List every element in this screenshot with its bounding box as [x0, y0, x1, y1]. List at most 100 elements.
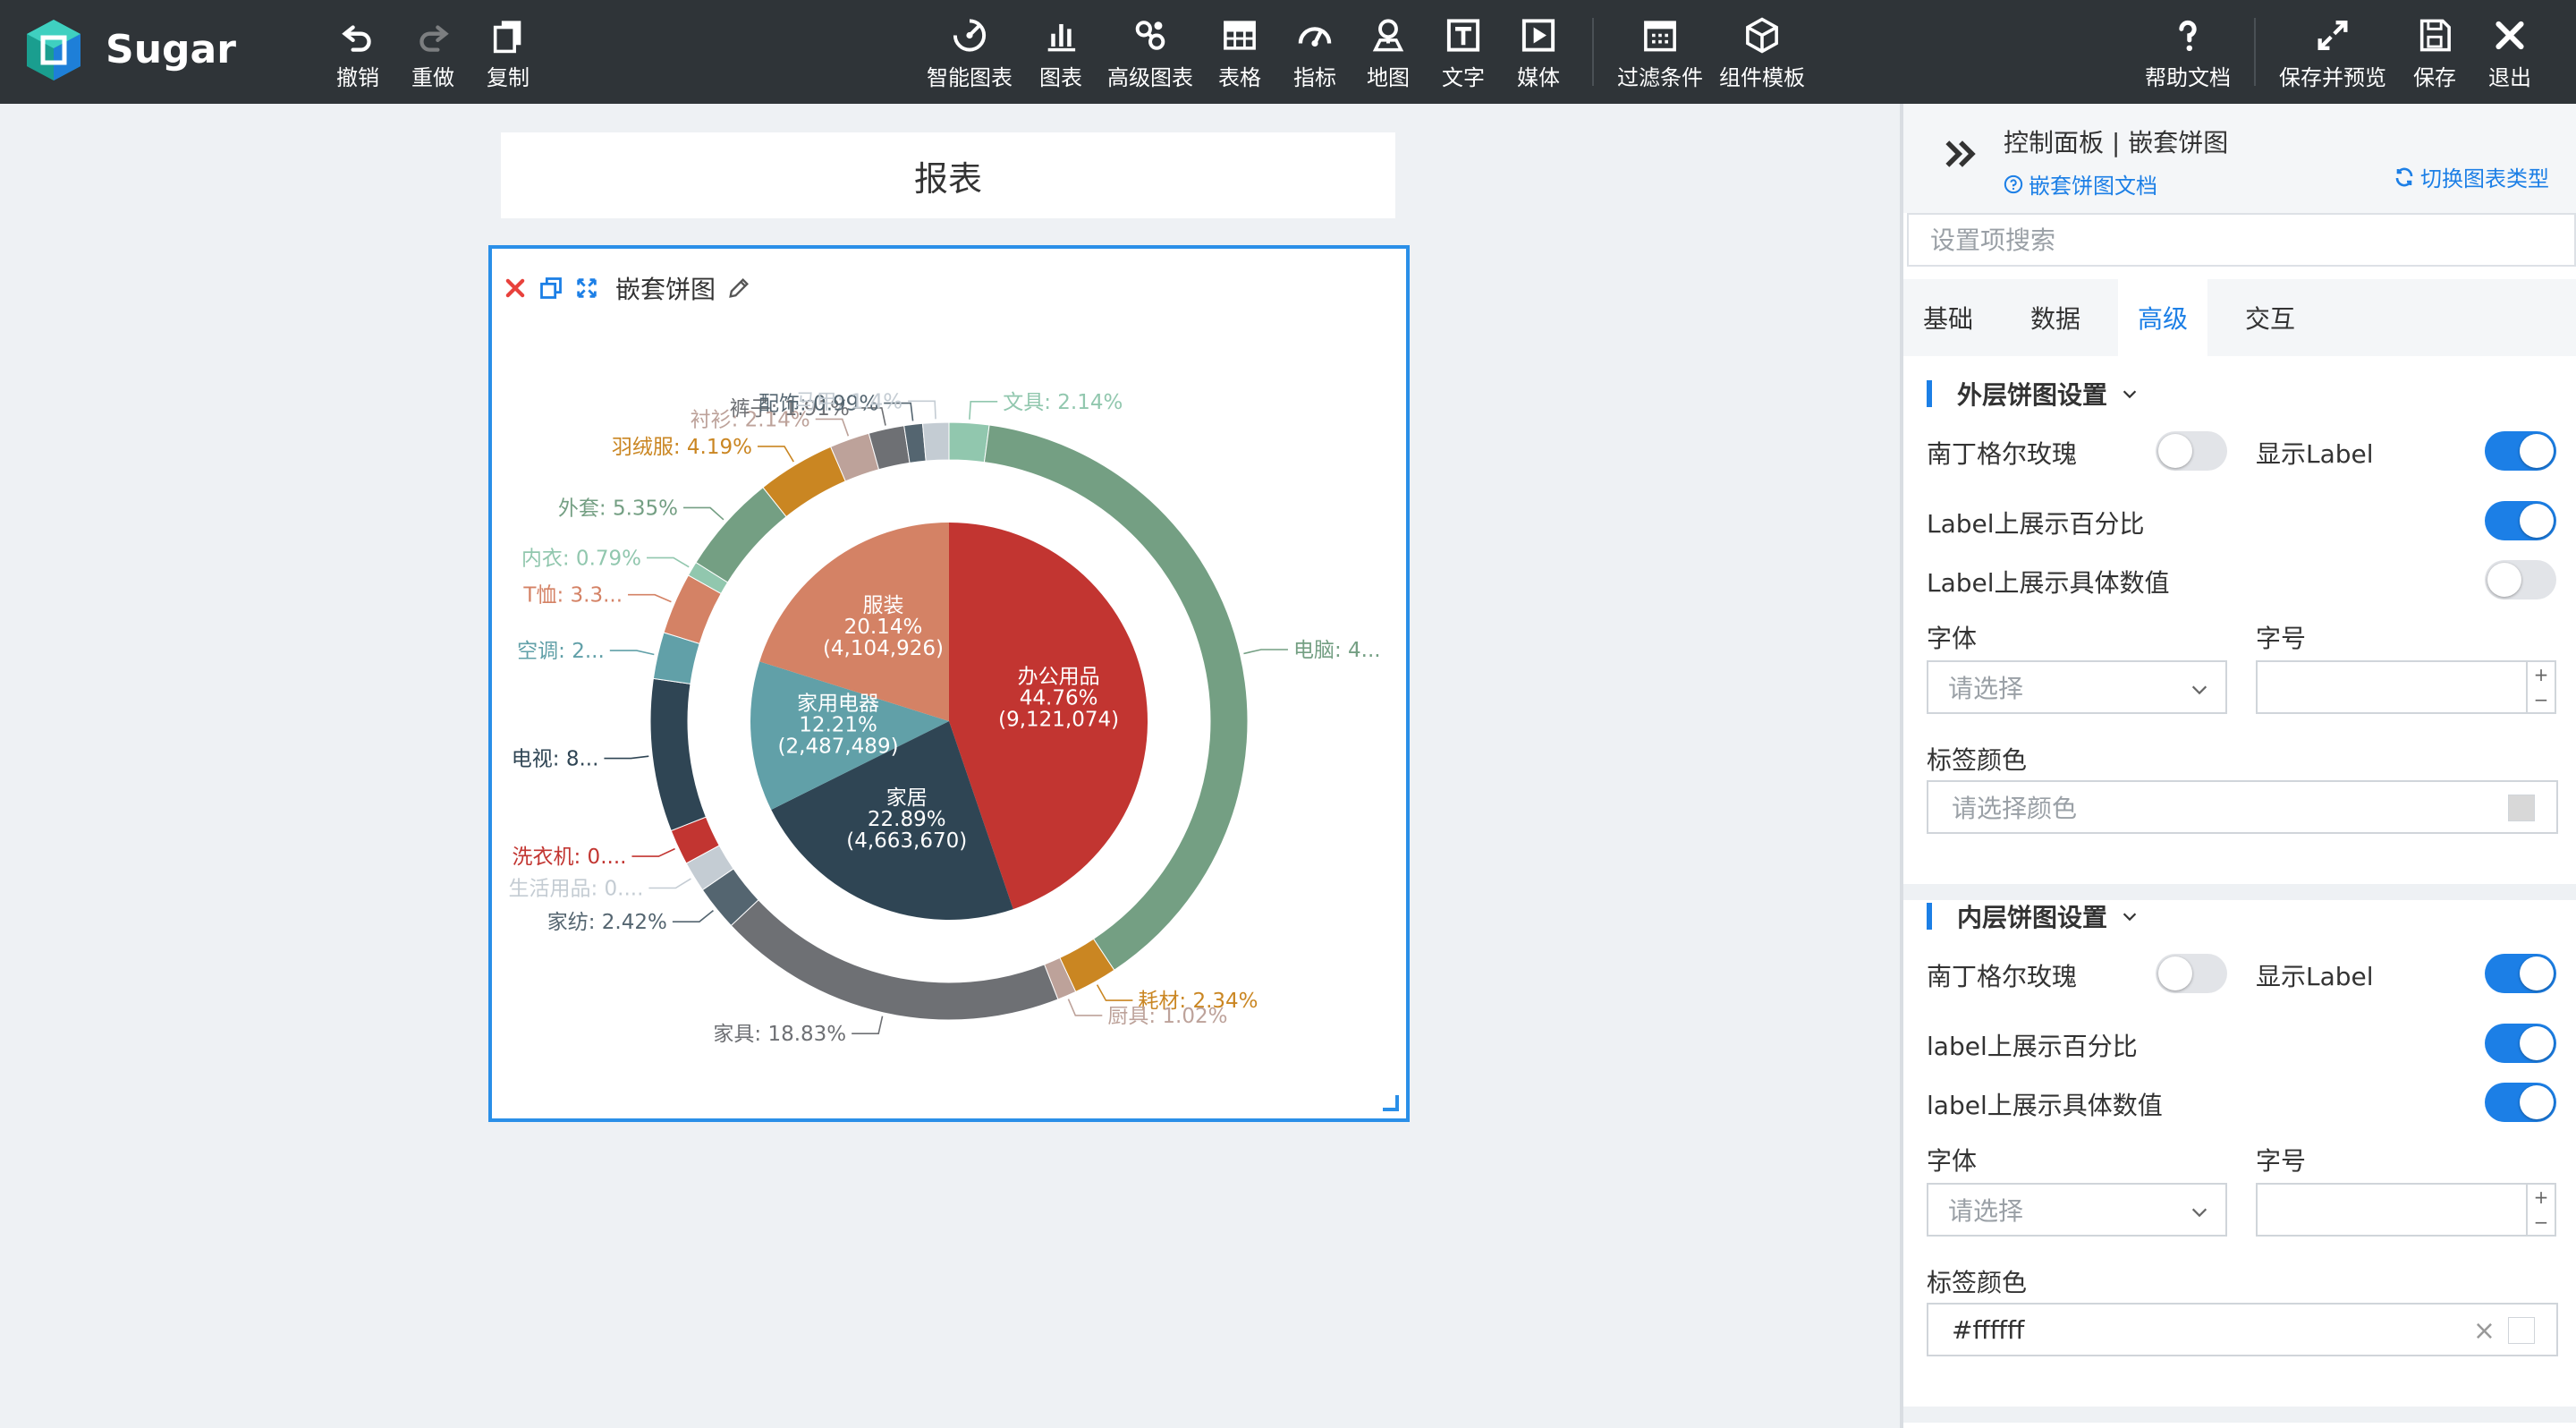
stepper-down[interactable]: −: [2528, 1210, 2555, 1235]
inner-slice-label: 办公用品: [1018, 666, 1100, 689]
outer-label-line: [852, 1016, 884, 1035]
outer-color-input[interactable]: 请选择颜色: [1927, 780, 2558, 834]
inner-slice-label: 20.14%: [844, 616, 923, 639]
redo-label: 重做: [411, 65, 454, 90]
exit-button[interactable]: 退出: [2488, 16, 2531, 91]
collapse-panel-icon[interactable]: [1941, 134, 1980, 174]
inner-font-select[interactable]: 请选择: [1927, 1183, 2227, 1237]
outer-show-value-toggle[interactable]: [2485, 560, 2556, 599]
media-button[interactable]: 媒体: [1517, 16, 1560, 91]
stepper-up[interactable]: +: [2528, 662, 2555, 687]
nested-pie-chart-component[interactable]: 文具: 2.14% 电脑: 4... 耗材: 2.34% 厨具: 1.02% 家具: 1…: [488, 245, 1410, 1122]
inner-show-label-toggle[interactable]: [2485, 954, 2556, 993]
duplicate-icon[interactable]: [538, 276, 564, 301]
toggle-knob: [2520, 504, 2554, 538]
undo-button[interactable]: 撤销: [336, 16, 379, 91]
map-button[interactable]: 地图: [1367, 16, 1410, 91]
outer-show-label-toggle[interactable]: [2485, 431, 2556, 471]
stepper-down[interactable]: −: [2528, 687, 2555, 712]
inner-size-input[interactable]: + −: [2256, 1183, 2556, 1237]
outer-pie-settings-header[interactable]: 外层饼图设置: [1927, 376, 2140, 412]
text-icon: [1446, 19, 1480, 52]
section-accent-bar: [1927, 380, 1932, 407]
chart-doc-link[interactable]: 嵌套饼图文档: [2004, 168, 2157, 200]
clear-color-icon[interactable]: ×: [2473, 1315, 2496, 1347]
save-button[interactable]: 保存: [2413, 16, 2456, 91]
component-template-label: 组件模板: [1719, 65, 1805, 90]
indicator-button[interactable]: 指标: [1293, 16, 1336, 91]
outer-show-label-label: 显示Label: [2256, 439, 2374, 469]
color-swatch[interactable]: [2508, 1317, 2535, 1344]
gauge-icon: [1298, 27, 1332, 47]
advanced-chart-button[interactable]: 高级图表: [1107, 16, 1193, 91]
switch-chart-type-label: 切换图表类型: [2420, 166, 2549, 191]
edit-pencil-icon[interactable]: [726, 276, 751, 301]
chart-button[interactable]: 图表: [1039, 16, 1082, 91]
copy-button[interactable]: 复制: [487, 16, 530, 91]
outer-slice[interactable]: [948, 421, 990, 463]
toggle-knob: [2520, 1085, 2554, 1119]
section-accent-bar: [1927, 903, 1932, 930]
settings-search-input[interactable]: [1907, 213, 2576, 267]
tab-advanced[interactable]: 高级: [2118, 279, 2207, 356]
report-title[interactable]: 报表: [501, 132, 1395, 218]
inner-nightingale-toggle[interactable]: [2156, 954, 2227, 993]
fullscreen-icon[interactable]: [574, 276, 599, 301]
outer-slice-label: 外套: 5.35%: [558, 497, 678, 520]
inner-slice-label: 44.76%: [1020, 687, 1098, 710]
outer-slice-label: 家具: 18.83%: [713, 1023, 846, 1046]
outer-slice-label: 羽绒服: 4.19%: [612, 436, 752, 459]
table-button[interactable]: 表格: [1218, 16, 1261, 91]
inner-slice-label: 服装: [862, 594, 903, 617]
tab-basic[interactable]: 基础: [1903, 279, 1993, 356]
save-preview-label: 保存并预览: [2279, 65, 2386, 90]
help-circle-icon: [2004, 174, 2023, 193]
map-label: 地图: [1367, 65, 1410, 90]
panel-title: 控制面板 | 嵌套饼图: [2004, 128, 2229, 157]
delete-icon[interactable]: [503, 276, 528, 301]
outer-label-line: [683, 506, 724, 521]
tab-data[interactable]: 数据: [2011, 279, 2100, 356]
color-swatch[interactable]: [2508, 795, 2535, 821]
inner-slice-label: (4,104,926): [823, 637, 944, 660]
redo-button[interactable]: 重做: [411, 16, 454, 91]
media-label: 媒体: [1517, 65, 1560, 90]
outer-font-select[interactable]: 请选择: [1927, 660, 2227, 714]
outer-size-input[interactable]: + −: [2256, 660, 2556, 714]
inner-pie-settings-header[interactable]: 内层饼图设置: [1927, 898, 2140, 934]
expand-icon: [2318, 21, 2348, 50]
stepper-up[interactable]: +: [2528, 1185, 2555, 1210]
inner-nightingale-label: 南丁格尔玫瑰: [1927, 962, 2078, 991]
outer-slice[interactable]: [730, 899, 1059, 1021]
chart-doc-label: 嵌套饼图文档: [2029, 174, 2157, 199]
outer-label-line: [631, 847, 675, 857]
outer-nightingale-toggle[interactable]: [2156, 431, 2227, 471]
toolbar-divider: [1592, 18, 1594, 86]
inner-pie-settings-title: 内层饼图设置: [1957, 903, 2108, 932]
indicator-label: 指标: [1293, 65, 1336, 90]
number-stepper: + −: [2526, 1185, 2555, 1235]
question-icon: [2179, 20, 2197, 52]
resize-handle[interactable]: [1383, 1095, 1399, 1111]
outer-label-line: [628, 593, 672, 603]
filter-button[interactable]: 过滤条件: [1617, 16, 1703, 91]
outer-slice[interactable]: [921, 421, 950, 462]
smart-chart-button[interactable]: 智能图表: [927, 16, 1013, 91]
inner-show-value-toggle[interactable]: [2485, 1083, 2556, 1122]
inner-color-input[interactable]: #ffffff ×: [1927, 1303, 2558, 1356]
text-button[interactable]: 文字: [1442, 16, 1485, 91]
brand-name: Sugar: [106, 27, 236, 72]
save-preview-button[interactable]: 保存并预览: [2279, 16, 2386, 91]
help-button[interactable]: 帮助文档: [2145, 16, 2231, 91]
switch-chart-type-link[interactable]: 切换图表类型: [2394, 161, 2549, 192]
tab-interaction[interactable]: 交互: [2225, 279, 2315, 356]
component-template-button[interactable]: 组件模板: [1719, 16, 1805, 91]
advanced-chart-label: 高级图表: [1107, 65, 1193, 90]
outer-slice[interactable]: [695, 487, 787, 583]
advanced-chart-icon: [1135, 21, 1165, 50]
inner-show-percent-toggle[interactable]: [2485, 1024, 2556, 1063]
outer-slice[interactable]: [649, 677, 708, 832]
inner-slice-label: (2,487,489): [778, 735, 899, 759]
outer-show-percent-toggle[interactable]: [2485, 501, 2556, 540]
outer-slice-label: 电脑: 4...: [1293, 639, 1381, 662]
